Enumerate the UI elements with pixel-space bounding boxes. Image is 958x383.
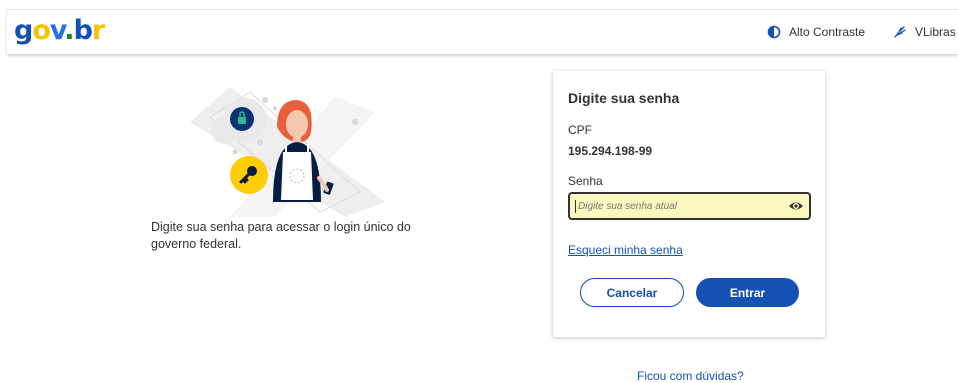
header-bar: gov.br Alto Contraste VLibras <box>7 9 958 54</box>
eye-icon[interactable] <box>788 198 804 214</box>
help-link[interactable]: Ficou com dúvidas? <box>637 369 744 383</box>
logo-letter: . <box>64 15 74 46</box>
vlibras-label: VLibras <box>915 25 956 39</box>
password-field[interactable] <box>568 192 811 220</box>
vlibras-button[interactable]: VLibras <box>893 25 956 39</box>
intro-text: Digite sua senha para acessar o login ún… <box>151 220 411 251</box>
high-contrast-button[interactable]: Alto Contraste <box>767 25 865 39</box>
login-card: Digite sua senha CPF 195.294.198-99 Senh… <box>553 71 825 337</box>
cancel-button[interactable]: Cancelar <box>580 278 684 307</box>
logo-letter: b <box>73 15 93 46</box>
password-label: Senha <box>568 174 603 188</box>
card-title: Digite sua senha <box>568 90 680 106</box>
key-icon <box>230 156 268 194</box>
lock-icon <box>230 107 254 131</box>
logo-letter: v <box>49 15 65 46</box>
half-circle-icon <box>767 25 781 39</box>
password-input[interactable] <box>576 200 788 212</box>
forgot-password-link[interactable]: Esqueci minha senha <box>568 243 683 257</box>
high-contrast-label: Alto Contraste <box>789 25 866 39</box>
logo-letter: o <box>32 15 51 46</box>
enter-button[interactable]: Entrar <box>696 278 799 307</box>
logo-letter: g <box>14 15 33 46</box>
logo-letter: r <box>91 15 105 46</box>
login-illustration <box>190 87 385 217</box>
cpf-value: 195.294.198-99 <box>568 144 653 158</box>
govbr-logo[interactable]: gov.br <box>14 15 105 46</box>
cpf-label: CPF <box>568 123 592 137</box>
hands-icon <box>894 26 906 38</box>
